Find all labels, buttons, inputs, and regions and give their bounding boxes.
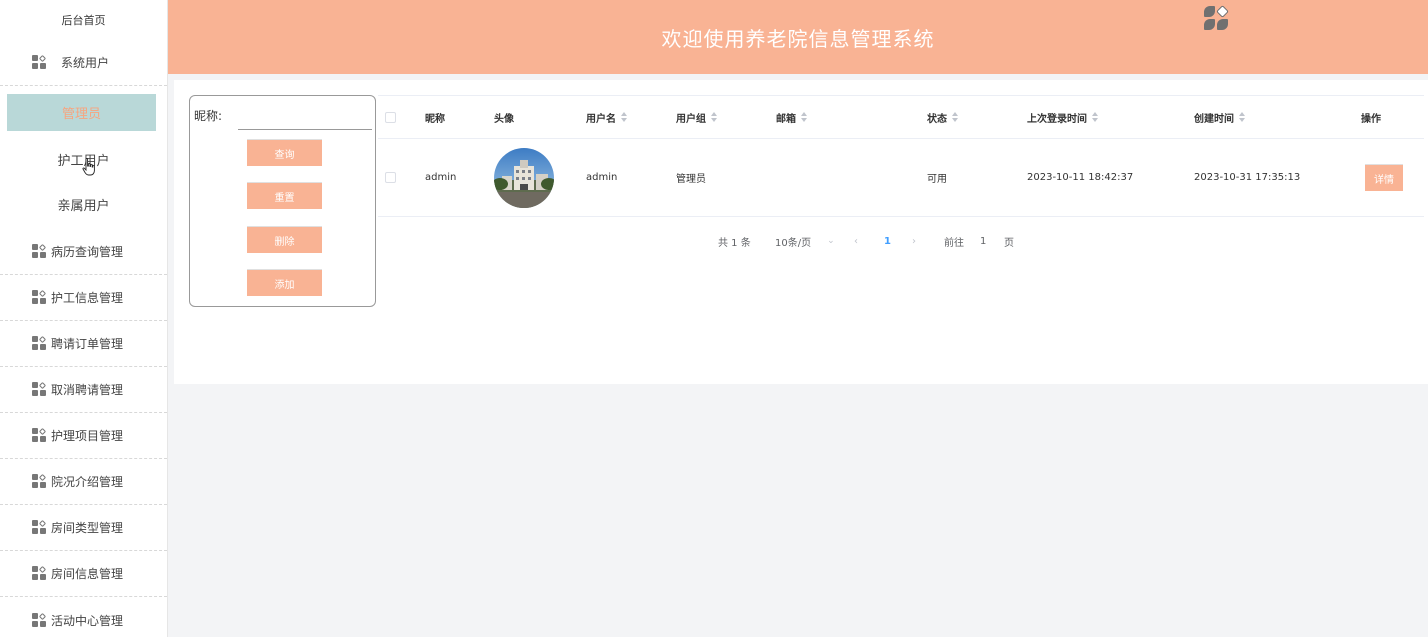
grid-icon	[32, 612, 47, 628]
sidebar-item-label: 院况介绍管理	[51, 475, 124, 489]
sidebar-item-label: 病历查询管理	[51, 245, 124, 259]
sidebar-item-label: 护理项目管理	[51, 429, 124, 443]
grid-icon	[32, 381, 47, 397]
sidebar-item-care-projects[interactable]: 护理项目管理	[0, 413, 167, 459]
sidebar-item-activity-center[interactable]: 活动中心管理	[0, 597, 167, 637]
sort-icon[interactable]	[801, 112, 807, 122]
goto-label: 前往	[944, 237, 964, 249]
header-email[interactable]: 邮箱	[776, 96, 807, 138]
sidebar-item-family-users[interactable]: 亲属用户	[0, 182, 167, 227]
sidebar-item-label: 房间信息管理	[51, 567, 124, 581]
sidebar-group-label: 系统用户	[61, 56, 110, 70]
sidebar-item-institution-intro[interactable]: 院况介绍管理	[0, 459, 167, 505]
sidebar: 后台首页 系统用户 管理员 护工用户 亲属用户 病历查询管理 护工信息管理 聘请…	[0, 0, 168, 637]
avatar-building-image	[494, 147, 554, 208]
cell-nickname: admin	[425, 172, 457, 183]
sidebar-item-label: 护工信息管理	[51, 291, 124, 305]
cell-action: 详情	[1365, 139, 1403, 216]
header-status[interactable]: 状态	[927, 96, 958, 138]
header-action: 操作	[1361, 113, 1381, 125]
sidebar-item-room-info[interactable]: 房间信息管理	[0, 551, 167, 597]
search-form: 昵称: 查询 重置 删除 添加	[189, 95, 376, 307]
nickname-search-input[interactable]	[238, 104, 372, 130]
sidebar-item-label: 聘请订单管理	[51, 337, 124, 351]
table-row: admin admin 管理员 可用 2023-10-11 18:42:37 2…	[378, 139, 1424, 217]
hand-cursor-icon	[82, 158, 95, 176]
grid-icon	[32, 427, 47, 443]
reset-button[interactable]: 重置	[247, 182, 322, 209]
grid-icon	[32, 335, 47, 351]
chevron-down-icon: ⌄	[827, 236, 835, 246]
sidebar-home-link[interactable]: 后台首页	[0, 0, 167, 40]
sidebar-item-medical-records[interactable]: 病历查询管理	[0, 229, 167, 275]
grid-icon	[32, 289, 47, 305]
page-title: 欢迎使用养老院信息管理系统	[661, 26, 935, 51]
sort-icon[interactable]	[1092, 112, 1098, 122]
header-nickname: 昵称	[425, 113, 445, 125]
cell-group: 管理员	[676, 174, 706, 185]
delete-button[interactable]: 删除	[247, 226, 322, 253]
header-username[interactable]: 用户名	[586, 96, 627, 138]
header-last-login[interactable]: 上次登录时间	[1027, 96, 1098, 138]
pagination-total: 共 1 条	[718, 237, 751, 249]
select-all-checkbox[interactable]	[385, 96, 396, 138]
sidebar-item-label: 房间类型管理	[51, 521, 124, 535]
sidebar-item-hire-orders[interactable]: 聘请订单管理	[0, 321, 167, 367]
sidebar-group-system-users[interactable]: 系统用户	[0, 40, 167, 86]
grid-icon	[32, 519, 47, 535]
sort-icon[interactable]	[952, 112, 958, 122]
grid-icon	[32, 243, 47, 259]
prev-page-button[interactable]: ‹	[854, 230, 858, 252]
sort-icon[interactable]	[711, 112, 717, 122]
sidebar-item-caregiver-info[interactable]: 护工信息管理	[0, 275, 167, 321]
users-table: 昵称 头像 用户名 用户组 邮箱 状态 上次登录时间 创建时间 操作 admin	[378, 95, 1424, 217]
cell-last-login: 2023-10-11 18:42:37	[1027, 172, 1134, 183]
header-created[interactable]: 创建时间	[1194, 96, 1245, 138]
nickname-label: 昵称:	[194, 109, 223, 123]
cell-username: admin	[586, 172, 618, 183]
table-header-row: 昵称 头像 用户名 用户组 邮箱 状态 上次登录时间 创建时间 操作	[378, 95, 1424, 139]
user-menu-icon[interactable]	[1204, 4, 1230, 30]
cell-status: 可用	[927, 174, 947, 185]
page-size-select[interactable]: 10条/页 ⌄	[775, 230, 835, 252]
header-bar: 欢迎使用养老院信息管理系统	[168, 0, 1428, 74]
detail-button[interactable]: 详情	[1365, 164, 1403, 191]
grid-icon	[32, 54, 47, 70]
page-number-1[interactable]: 1	[884, 230, 891, 252]
header-avatar: 头像	[494, 113, 514, 125]
sort-icon[interactable]	[1239, 112, 1245, 122]
cell-avatar	[494, 139, 554, 216]
sidebar-item-cancel-hire[interactable]: 取消聘请管理	[0, 367, 167, 413]
header-group[interactable]: 用户组	[676, 96, 717, 138]
sort-icon[interactable]	[621, 112, 627, 122]
query-button[interactable]: 查询	[247, 139, 322, 166]
page-suffix: 页	[1004, 237, 1014, 249]
pagination: 共 1 条 10条/页 ⌄ ‹ 1 › 前往 1 页	[378, 230, 1424, 252]
row-checkbox[interactable]	[385, 139, 396, 216]
grid-icon	[32, 565, 47, 581]
cell-created: 2023-10-31 17:35:13	[1194, 172, 1301, 183]
sidebar-item-room-types[interactable]: 房间类型管理	[0, 505, 167, 551]
next-page-button[interactable]: ›	[912, 230, 916, 252]
sidebar-item-admin[interactable]: 管理员	[7, 94, 156, 131]
add-button[interactable]: 添加	[247, 269, 322, 296]
goto-page-input[interactable]: 1	[980, 230, 986, 252]
sidebar-item-label: 活动中心管理	[51, 613, 124, 628]
grid-icon	[32, 473, 47, 489]
sidebar-item-label: 取消聘请管理	[51, 383, 124, 397]
content-panel: 昵称: 查询 重置 删除 添加 昵称 头像 用户名 用户组 邮箱 状态 上次登录…	[174, 80, 1428, 384]
